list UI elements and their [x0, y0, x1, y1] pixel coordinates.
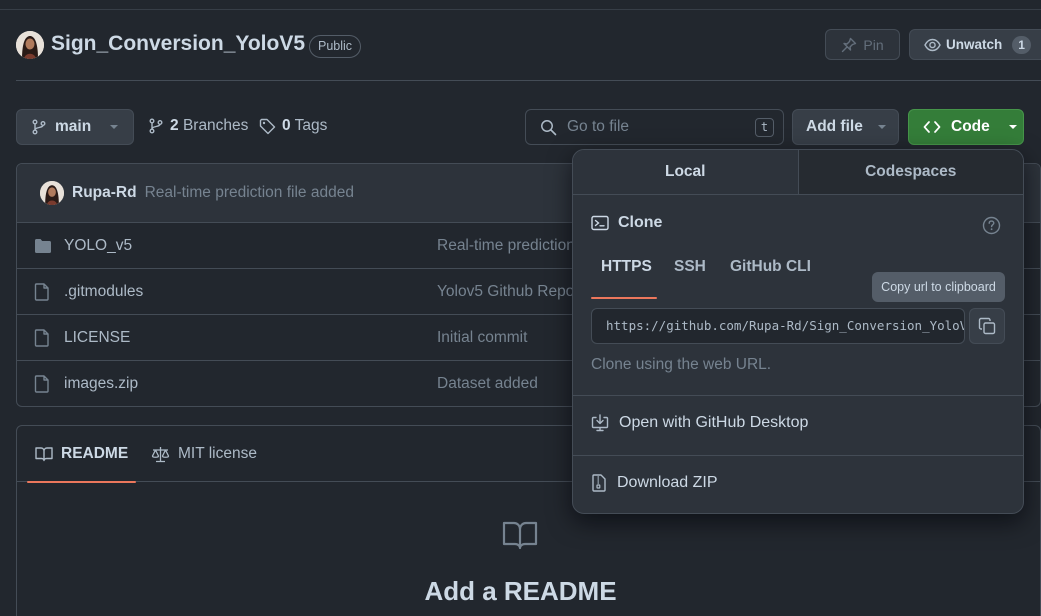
dropdown-divider — [573, 395, 1023, 396]
file-icon — [34, 375, 50, 393]
copy-url-button[interactable] — [969, 308, 1005, 344]
repo-name[interactable]: Sign_Conversion_YoloV5 — [51, 32, 305, 56]
watch-count: 1 — [1012, 35, 1031, 54]
shortcut-key: t — [755, 118, 774, 137]
copy-tooltip: Copy url to clipboard — [872, 272, 1005, 302]
chevron-down-icon — [1008, 122, 1018, 132]
file-icon — [34, 328, 50, 347]
file-zip-icon — [591, 474, 607, 492]
unwatch-button[interactable]: Unwatch 1 — [909, 29, 1041, 60]
open-github-desktop[interactable]: Open with GitHub Desktop — [591, 414, 808, 432]
add-file-button[interactable]: Add file — [792, 109, 899, 145]
tab-codespaces[interactable]: Codespaces — [798, 150, 1023, 194]
tab-readme-label: README — [61, 445, 129, 462]
tags-count: 0 — [282, 117, 291, 134]
pin-label: Pin — [863, 36, 884, 53]
file-commit-message[interactable]: Yolov5 Github Repo — [437, 283, 574, 301]
tab-license[interactable]: MIT license — [151, 426, 257, 482]
branches-link[interactable]: 2 Branches — [148, 117, 248, 135]
branch-name: main — [55, 118, 92, 135]
tab-github-cli[interactable]: GitHub CLI — [730, 258, 811, 276]
clone-tabs: Local Codespaces — [573, 150, 1023, 195]
pin-button[interactable]: Pin — [825, 29, 900, 60]
download-zip[interactable]: Download ZIP — [591, 474, 718, 492]
dropdown-divider — [573, 455, 1023, 456]
code-button[interactable]: Code — [908, 109, 1024, 145]
download-zip-label: Download ZIP — [617, 474, 718, 491]
add-readme-heading: Add a README — [424, 576, 617, 606]
go-to-file-input[interactable]: Go to file — [525, 109, 784, 145]
clone-section-title: Clone — [591, 214, 662, 232]
terminal-icon — [591, 215, 609, 231]
help-icon[interactable] — [982, 216, 1001, 235]
file-name[interactable]: YOLO_v5 — [64, 237, 132, 255]
folder-icon — [34, 238, 52, 254]
owner-avatar[interactable] — [16, 31, 44, 59]
visibility-badge: Public — [309, 35, 362, 58]
git-branch-icon — [148, 118, 164, 134]
add-file-label: Add file — [806, 118, 863, 135]
git-branch-icon — [31, 119, 47, 135]
file-commit-message[interactable]: Dataset added — [437, 375, 538, 393]
tags-label: Tags — [294, 117, 328, 134]
chevron-down-icon — [109, 122, 119, 132]
eye-icon — [924, 37, 941, 53]
top-divider — [0, 9, 1041, 10]
unwatch-label: Unwatch — [946, 37, 1003, 52]
clone-hint: Clone using the web URL. — [591, 356, 772, 373]
file-commit-message[interactable]: Initial commit — [437, 329, 527, 347]
search-icon — [540, 119, 557, 136]
tab-https[interactable]: HTTPS — [601, 258, 652, 276]
tag-icon — [259, 118, 276, 135]
open-desktop-label: Open with GitHub Desktop — [619, 414, 809, 431]
branch-selector[interactable]: main — [16, 109, 134, 145]
chevron-down-icon — [877, 122, 887, 132]
copy-icon — [978, 317, 996, 335]
file-icon — [34, 282, 50, 301]
branches-label: Branches — [182, 117, 249, 134]
tab-local[interactable]: Local — [573, 150, 799, 194]
file-name[interactable]: LICENSE — [64, 329, 130, 347]
book-icon — [502, 520, 538, 550]
pin-icon — [841, 37, 857, 53]
book-icon — [35, 446, 53, 462]
file-commit-message[interactable]: Real-time prediction — [437, 237, 575, 255]
tab-ssh[interactable]: SSH — [674, 258, 706, 276]
commit-message[interactable]: Real-time prediction file added — [145, 184, 354, 202]
tags-link[interactable]: 0 Tags — [259, 117, 327, 135]
file-name[interactable]: .gitmodules — [64, 283, 143, 301]
go-to-file-placeholder: Go to file — [567, 118, 630, 135]
tab-readme[interactable]: README — [26, 426, 137, 483]
file-name[interactable]: images.zip — [64, 375, 138, 393]
tab-license-label: MIT license — [178, 445, 257, 462]
code-label: Code — [951, 118, 990, 135]
desktop-download-icon — [591, 414, 609, 432]
clone-url-input[interactable]: https://github.com/Rupa-Rd/Sign_Conversi… — [591, 308, 965, 344]
branches-count: 2 — [170, 117, 179, 134]
commit-author-avatar[interactable] — [40, 181, 64, 205]
clone-label: Clone — [618, 214, 663, 231]
code-icon — [923, 119, 941, 135]
commit-author[interactable]: Rupa-Rd — [72, 184, 137, 202]
active-tab-underline — [591, 297, 657, 299]
header-divider — [16, 80, 1041, 81]
scale-icon — [151, 446, 170, 463]
clone-dropdown: Local Codespaces Clone HTTPS SSH GitHub … — [572, 149, 1024, 514]
